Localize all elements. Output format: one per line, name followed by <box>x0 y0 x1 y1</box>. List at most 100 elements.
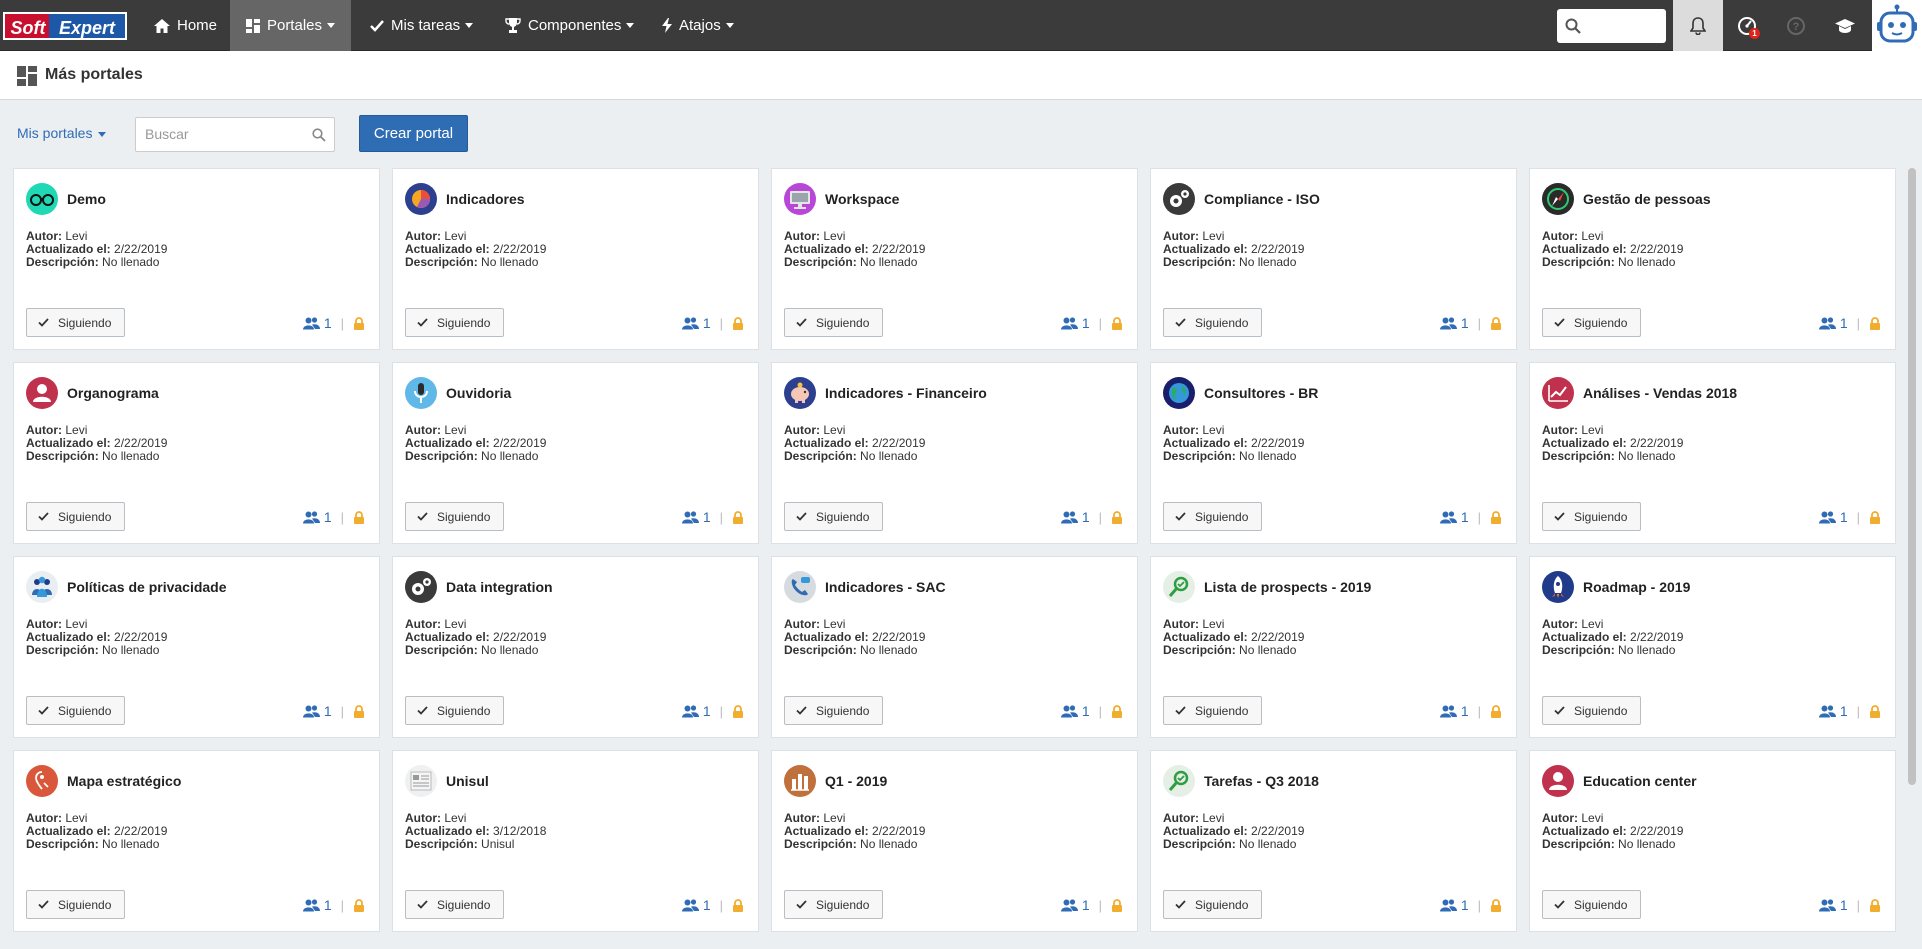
crear-portal-button[interactable]: Crear portal <box>359 115 468 152</box>
lock-icon[interactable] <box>1869 898 1881 912</box>
lock-icon[interactable] <box>353 316 365 330</box>
following-button[interactable]: Siguiendo <box>784 890 883 919</box>
portal-card[interactable]: Lista de prospects - 2019 Autor: Levi Ac… <box>1150 556 1517 738</box>
users-icon[interactable] <box>302 898 320 912</box>
following-button[interactable]: Siguiendo <box>1542 308 1641 337</box>
portal-card[interactable]: Data integration Autor: Levi Actualizado… <box>392 556 759 738</box>
portal-card[interactable]: Indicadores - SAC Autor: Levi Actualizad… <box>771 556 1138 738</box>
following-button[interactable]: Siguiendo <box>405 890 504 919</box>
portal-title[interactable]: Gestão de pessoas <box>1583 191 1711 207</box>
portal-card[interactable]: Organograma Autor: Levi Actualizado el: … <box>13 362 380 544</box>
lock-icon[interactable] <box>732 510 744 524</box>
following-button[interactable]: Siguiendo <box>26 502 125 531</box>
lock-icon[interactable] <box>353 898 365 912</box>
lock-icon[interactable] <box>353 510 365 524</box>
education-button[interactable] <box>1821 0 1869 51</box>
users-icon[interactable] <box>1818 316 1836 330</box>
following-button[interactable]: Siguiendo <box>1163 890 1262 919</box>
users-icon[interactable] <box>1060 704 1078 718</box>
lock-icon[interactable] <box>1869 704 1881 718</box>
assistant-button[interactable] <box>1872 0 1922 51</box>
following-button[interactable]: Siguiendo <box>1542 696 1641 725</box>
portal-card[interactable]: Mapa estratégico Autor: Levi Actualizado… <box>13 750 380 932</box>
portal-title[interactable]: Data integration <box>446 579 553 595</box>
nav-mis-tareas[interactable]: Mis tareas <box>354 0 489 51</box>
lock-icon[interactable] <box>732 316 744 330</box>
users-icon[interactable] <box>1060 898 1078 912</box>
portal-card[interactable]: Políticas de privacidade Autor: Levi Act… <box>13 556 380 738</box>
users-icon[interactable] <box>681 316 699 330</box>
lock-icon[interactable] <box>1490 316 1502 330</box>
following-button[interactable]: Siguiendo <box>1542 890 1641 919</box>
lock-icon[interactable] <box>1869 510 1881 524</box>
users-icon[interactable] <box>681 898 699 912</box>
following-button[interactable]: Siguiendo <box>784 502 883 531</box>
lock-icon[interactable] <box>1490 704 1502 718</box>
following-button[interactable]: Siguiendo <box>1163 696 1262 725</box>
lock-icon[interactable] <box>1111 316 1123 330</box>
portal-title[interactable]: Compliance - ISO <box>1204 191 1320 207</box>
portal-search-field[interactable] <box>135 117 335 152</box>
users-icon[interactable] <box>1439 316 1457 330</box>
portal-card[interactable]: Indicadores Autor: Levi Actualizado el: … <box>392 168 759 350</box>
nav-portales[interactable]: Portales <box>230 0 351 51</box>
following-button[interactable]: Siguiendo <box>26 308 125 337</box>
users-icon[interactable] <box>1818 704 1836 718</box>
help-button[interactable]: ? <box>1772 0 1820 51</box>
lock-icon[interactable] <box>1111 704 1123 718</box>
portal-title[interactable]: Organograma <box>67 385 159 401</box>
following-button[interactable]: Siguiendo <box>1163 502 1262 531</box>
following-button[interactable]: Siguiendo <box>1163 308 1262 337</box>
users-icon[interactable] <box>681 510 699 524</box>
users-icon[interactable] <box>1818 898 1836 912</box>
users-icon[interactable] <box>681 704 699 718</box>
scrollbar-thumb[interactable] <box>1908 168 1916 785</box>
following-button[interactable]: Siguiendo <box>405 696 504 725</box>
users-icon[interactable] <box>302 510 320 524</box>
portal-title[interactable]: Indicadores - SAC <box>825 579 946 595</box>
portal-card[interactable]: Compliance - ISO Autor: Levi Actualizado… <box>1150 168 1517 350</box>
users-icon[interactable] <box>1060 510 1078 524</box>
lock-icon[interactable] <box>353 704 365 718</box>
portal-card[interactable]: Education center Autor: Levi Actualizado… <box>1529 750 1896 932</box>
performance-button[interactable]: 1 <box>1723 0 1771 51</box>
lock-icon[interactable] <box>1111 510 1123 524</box>
users-icon[interactable] <box>1439 704 1457 718</box>
following-button[interactable]: Siguiendo <box>405 502 504 531</box>
portal-card[interactable]: Roadmap - 2019 Autor: Levi Actualizado e… <box>1529 556 1896 738</box>
following-button[interactable]: Siguiendo <box>26 696 125 725</box>
portal-title[interactable]: Lista de prospects - 2019 <box>1204 579 1371 595</box>
portal-title[interactable]: Indicadores - Financeiro <box>825 385 987 401</box>
portal-card[interactable]: Consultores - BR Autor: Levi Actualizado… <box>1150 362 1517 544</box>
nav-home[interactable]: Home <box>138 0 233 51</box>
lock-icon[interactable] <box>1869 316 1881 330</box>
portal-card[interactable]: Q1 - 2019 Autor: Levi Actualizado el: 2/… <box>771 750 1138 932</box>
following-button[interactable]: Siguiendo <box>784 696 883 725</box>
portal-title[interactable]: Demo <box>67 191 106 207</box>
portal-title[interactable]: Tarefas - Q3 2018 <box>1204 773 1319 789</box>
users-icon[interactable] <box>1060 316 1078 330</box>
portal-card[interactable]: Workspace Autor: Levi Actualizado el: 2/… <box>771 168 1138 350</box>
portal-title[interactable]: Análises - Vendas 2018 <box>1583 385 1737 401</box>
portal-card[interactable]: Demo Autor: Levi Actualizado el: 2/22/20… <box>13 168 380 350</box>
portal-title[interactable]: Education center <box>1583 773 1697 789</box>
portal-title[interactable]: Workspace <box>825 191 899 207</box>
users-icon[interactable] <box>1439 898 1457 912</box>
portal-title[interactable]: Consultores - BR <box>1204 385 1318 401</box>
mis-portales-filter[interactable]: Mis portales <box>17 125 107 141</box>
following-button[interactable]: Siguiendo <box>784 308 883 337</box>
portal-card[interactable]: Gestão de pessoas Autor: Levi Actualizad… <box>1529 168 1896 350</box>
portal-card[interactable]: Ouvidoria Autor: Levi Actualizado el: 2/… <box>392 362 759 544</box>
users-icon[interactable] <box>302 316 320 330</box>
portal-title[interactable]: Indicadores <box>446 191 525 207</box>
following-button[interactable]: Siguiendo <box>1542 502 1641 531</box>
following-button[interactable]: Siguiendo <box>26 890 125 919</box>
portal-card[interactable]: Análises - Vendas 2018 Autor: Levi Actua… <box>1529 362 1896 544</box>
users-icon[interactable] <box>302 704 320 718</box>
portal-card[interactable]: Indicadores - Financeiro Autor: Levi Act… <box>771 362 1138 544</box>
portal-search-input[interactable] <box>145 126 305 142</box>
portal-title[interactable]: Políticas de privacidade <box>67 579 227 595</box>
portal-title[interactable]: Mapa estratégico <box>67 773 181 789</box>
users-icon[interactable] <box>1439 510 1457 524</box>
softexpert-logo[interactable]: Soft Expert <box>3 8 129 42</box>
